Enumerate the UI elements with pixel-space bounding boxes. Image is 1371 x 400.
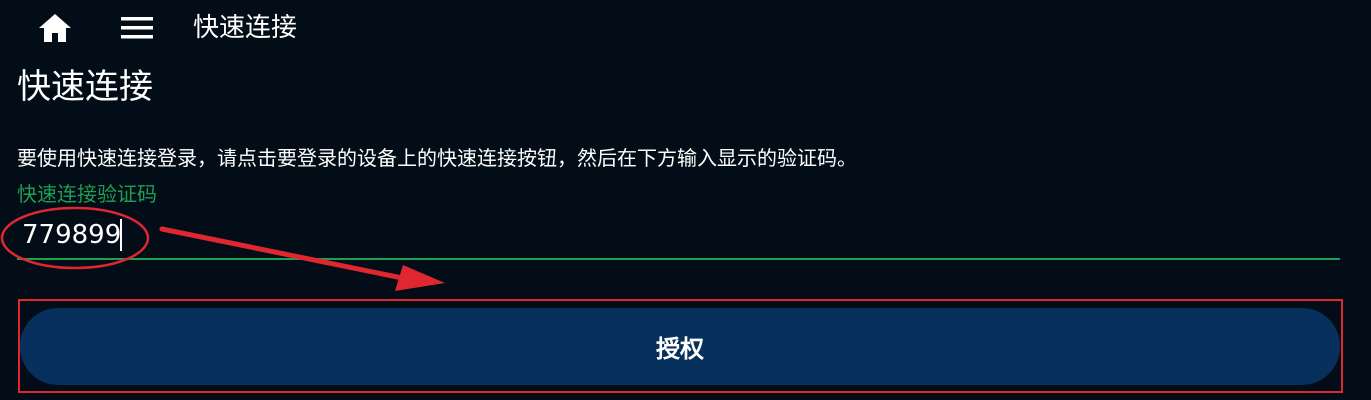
annotation-arrow-head (395, 265, 445, 291)
quick-connect-code-label: 快速连接验证码 (17, 182, 157, 206)
home-icon[interactable] (37, 12, 73, 44)
instructions-text: 要使用快速连接登录，请点击要登录的设备上的快速连接按钮，然后在下方输入显示的验证… (17, 146, 857, 170)
topbar-title: 快速连接 (193, 13, 298, 43)
hamburger-menu-icon[interactable] (120, 15, 154, 41)
quick-connect-code-input[interactable] (17, 212, 1340, 260)
page-title: 快速连接 (17, 67, 153, 107)
top-bar: 快速连接 (0, 0, 1371, 56)
authorize-button[interactable]: 授权 (20, 308, 1340, 385)
text-caret (120, 219, 122, 251)
